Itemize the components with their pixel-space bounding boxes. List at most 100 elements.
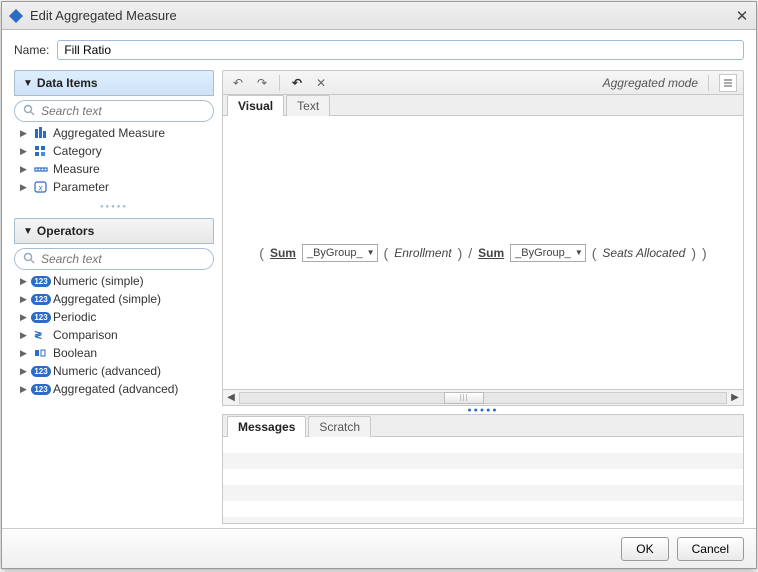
tree-item-measure[interactable]: ▶ Measure (14, 160, 214, 178)
expand-icon[interactable]: ▶ (20, 384, 30, 395)
close-paren: ) (458, 245, 463, 261)
close-paren: ) (691, 245, 696, 261)
parameter-icon: x (32, 181, 50, 193)
scroll-right-button[interactable]: ▶ (727, 392, 743, 403)
dialog-window: Edit Aggregated Measure ✕ Name: ▼ Data I… (1, 1, 757, 569)
close-icon[interactable]: ✕ (734, 8, 750, 24)
measure-icon (32, 163, 50, 175)
scroll-left-button[interactable]: ◀ (223, 392, 239, 403)
expand-icon[interactable]: ▶ (20, 294, 30, 305)
operators-heading: Operators (37, 224, 94, 238)
clear-button[interactable]: ✕ (312, 74, 330, 92)
messages-body (223, 437, 743, 523)
data-items-tree: ▶ Aggregated Measure ▶ Category (14, 124, 214, 196)
tab-scratch[interactable]: Scratch (308, 416, 371, 437)
dropdown-icon: ▼ (367, 248, 375, 257)
expand-icon[interactable]: ▶ (20, 276, 30, 287)
caret-down-icon: ▼ (23, 226, 33, 237)
dialog-footer: OK Cancel (2, 528, 756, 568)
caret-down-icon: ▼ (23, 78, 33, 89)
variable-enrollment[interactable]: Enrollment (394, 246, 451, 260)
tree-item-periodic[interactable]: ▶ 123 Periodic (14, 308, 214, 326)
scope-select-2[interactable]: _ByGroup_ ▼ (510, 244, 586, 262)
expand-icon[interactable]: ▶ (20, 164, 30, 175)
divide-op: / (468, 245, 472, 261)
operators-header[interactable]: ▼ Operators (14, 218, 214, 244)
boolean-icon (32, 347, 50, 359)
expression-area[interactable]: ( Sum _ByGroup_ ▼ ( Enrollment ) / Sum _… (223, 116, 743, 389)
horizontal-splitter[interactable]: ●●●●● (14, 204, 214, 210)
function-sum[interactable]: Sum (270, 246, 296, 260)
name-input[interactable] (57, 40, 744, 60)
tree-item-label: Aggregated (advanced) (53, 382, 178, 396)
scroll-track[interactable] (239, 392, 727, 404)
tab-messages[interactable]: Messages (227, 416, 306, 437)
revert-button[interactable]: ↶ (288, 74, 306, 92)
function-sum[interactable]: Sum (478, 246, 504, 260)
tree-item-label: Aggregated Measure (53, 126, 165, 140)
name-label: Name: (14, 43, 49, 57)
expand-icon[interactable]: ▶ (20, 330, 30, 341)
tree-item-label: Parameter (53, 180, 109, 194)
numeric-icon: 123 (32, 312, 50, 323)
toolbar-right: Aggregated mode (603, 74, 737, 92)
operators-search-box[interactable] (14, 248, 214, 270)
operators-search (14, 248, 214, 270)
redo-button[interactable]: ↷ (253, 74, 271, 92)
numeric-icon: 123 (32, 384, 50, 395)
tree-item-category[interactable]: ▶ Category (14, 142, 214, 160)
scope-value: _ByGroup_ (307, 247, 363, 259)
cancel-button[interactable]: Cancel (677, 537, 744, 561)
expand-icon[interactable]: ▶ (20, 146, 30, 157)
scroll-thumb[interactable] (444, 392, 484, 404)
name-row: Name: (2, 30, 756, 66)
tree-item-label: Numeric (advanced) (53, 364, 161, 378)
search-icon (23, 252, 37, 266)
expand-icon[interactable]: ▶ (20, 366, 30, 377)
dialog-title: Edit Aggregated Measure (30, 8, 177, 23)
search-icon (23, 104, 37, 118)
expand-icon[interactable]: ▶ (20, 312, 30, 323)
tree-item-label: Category (53, 144, 102, 158)
tree-item-aggregated-measure[interactable]: ▶ Aggregated Measure (14, 124, 214, 142)
undo-button[interactable]: ↶ (229, 74, 247, 92)
tree-item-parameter[interactable]: ▶ x Parameter (14, 178, 214, 196)
toolbar-menu-button[interactable] (719, 74, 737, 92)
tree-item-numeric-advanced[interactable]: ▶ 123 Numeric (advanced) (14, 362, 214, 380)
ok-button[interactable]: OK (621, 537, 668, 561)
expand-icon[interactable]: ▶ (20, 348, 30, 359)
tree-item-comparison[interactable]: ▶ ≷ Comparison (14, 326, 214, 344)
editor-toolbar: ↶ ↷ ↶ ✕ Aggregated mode (222, 70, 744, 94)
category-icon (32, 145, 50, 157)
tree-item-numeric-simple[interactable]: ▶ 123 Numeric (simple) (14, 272, 214, 290)
open-paren: ( (384, 245, 389, 261)
editor-tabstrip: Visual Text (222, 94, 744, 116)
expand-icon[interactable]: ▶ (20, 128, 30, 139)
right-column: ↶ ↷ ↶ ✕ Aggregated mode Visual Text (222, 70, 744, 524)
tree-item-aggregated-advanced[interactable]: ▶ 123 Aggregated (advanced) (14, 380, 214, 398)
data-items-search-input[interactable] (41, 104, 205, 118)
titlebar: Edit Aggregated Measure ✕ (2, 2, 756, 30)
scope-select-1[interactable]: _ByGroup_ ▼ (302, 244, 378, 262)
data-items-header[interactable]: ▼ Data Items (14, 70, 214, 96)
tab-text[interactable]: Text (286, 95, 330, 116)
messages-panel: Messages Scratch (222, 414, 744, 524)
variable-seats-allocated[interactable]: Seats Allocated (602, 246, 685, 260)
canvas-splitter[interactable]: ●●●●● (222, 406, 744, 414)
tree-item-label: Measure (53, 162, 100, 176)
operators-panel: ▼ Operators ▶ 123 Numeric (simp (14, 218, 214, 398)
horizontal-scrollbar[interactable]: ◀ ▶ (223, 389, 743, 405)
tab-visual[interactable]: Visual (227, 95, 284, 116)
tree-item-aggregated-simple[interactable]: ▶ 123 Aggregated (simple) (14, 290, 214, 308)
data-items-search-box[interactable] (14, 100, 214, 122)
numeric-icon: 123 (32, 276, 50, 287)
expand-icon[interactable]: ▶ (20, 182, 30, 193)
separator (279, 75, 280, 91)
operators-search-input[interactable] (41, 252, 205, 266)
scope-value: _ByGroup_ (515, 247, 571, 259)
tree-item-label: Boolean (53, 346, 97, 360)
tree-item-label: Periodic (53, 310, 96, 324)
tree-item-boolean[interactable]: ▶ Boolean (14, 344, 214, 362)
numeric-icon: 123 (32, 366, 50, 377)
aggregate-icon (32, 127, 50, 139)
